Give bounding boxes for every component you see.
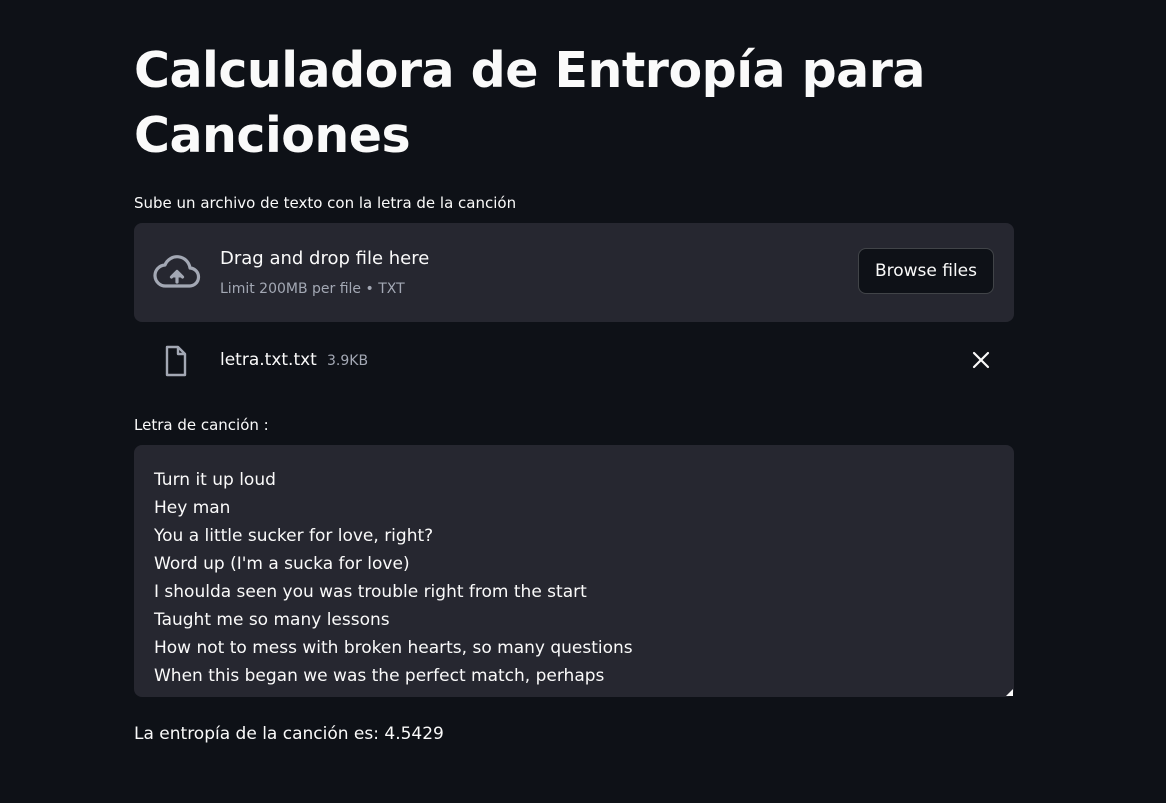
entropy-result: La entropía de la canción es: 4.5429 <box>134 724 444 744</box>
close-icon[interactable] <box>971 350 991 370</box>
textarea-resize-handle[interactable] <box>1006 689 1013 696</box>
dropzone-limit-text: Limit 200MB per file • TXT <box>220 281 405 297</box>
file-dropzone[interactable]: Drag and drop file here Limit 200MB per … <box>134 223 1014 322</box>
file-uploader-label: Sube un archivo de texto con la letra de… <box>134 194 517 212</box>
browse-files-button[interactable]: Browse files <box>857 248 994 294</box>
uploaded-file-name: letra.txt.txt <box>220 350 317 370</box>
uploaded-file-row: letra.txt.txt 3.9KB <box>134 340 1014 380</box>
file-icon <box>165 345 187 377</box>
dropzone-title: Drag and drop file here <box>220 248 430 269</box>
lyrics-textarea[interactable] <box>134 445 1014 697</box>
lyrics-label: Letra de canción : <box>134 416 269 434</box>
cloud-upload-icon <box>153 255 201 288</box>
page-title: Calculadora de Entropía para Canciones <box>134 42 925 164</box>
uploaded-file-size: 3.9KB <box>327 353 369 369</box>
